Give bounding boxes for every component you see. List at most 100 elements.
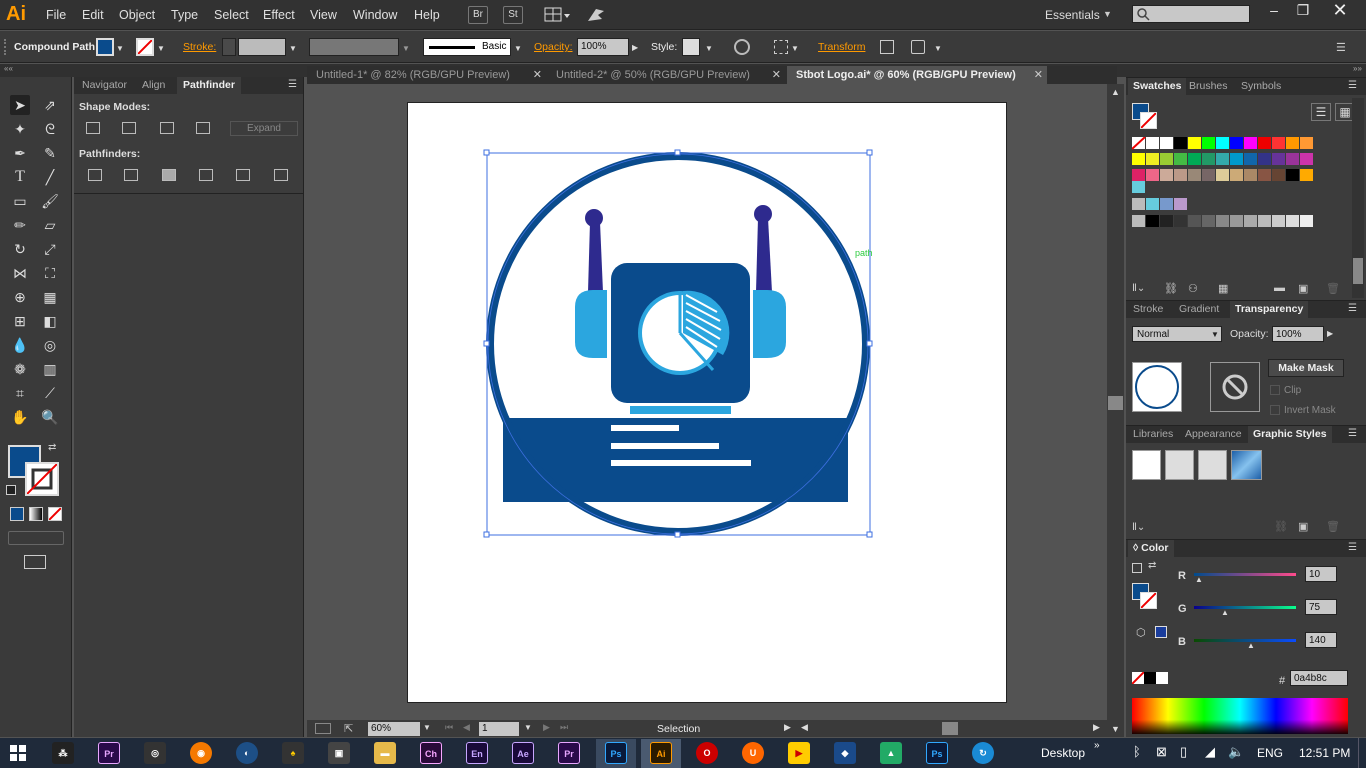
show-desktop-button[interactable] xyxy=(1358,738,1366,768)
image-viewer-icon[interactable]: ▲ xyxy=(880,742,902,764)
color-swatch[interactable] xyxy=(1188,153,1201,165)
stroke-color-swatch[interactable] xyxy=(25,462,59,496)
color-swatch[interactable] xyxy=(1300,137,1313,149)
curvature-tool-icon[interactable]: ✎ xyxy=(40,143,60,163)
color-swatch[interactable] xyxy=(1132,198,1145,210)
perspective-grid-tool-icon[interactable]: ▦ xyxy=(40,287,60,307)
encoder-icon[interactable]: En xyxy=(466,742,488,764)
exclude-icon[interactable] xyxy=(196,122,210,134)
color-swatch[interactable] xyxy=(1174,198,1187,210)
horizontal-scroll-thumb[interactable] xyxy=(942,722,958,735)
g-slider-thumb[interactable]: ▲ xyxy=(1221,608,1229,617)
eyedropper-tool-icon[interactable]: 💧 xyxy=(10,335,30,355)
color-swatch[interactable] xyxy=(1146,137,1159,149)
color-swatch[interactable] xyxy=(1230,137,1243,149)
recolor-artwork-icon[interactable] xyxy=(734,39,750,55)
first-artboard-icon[interactable]: ⏮ xyxy=(445,722,453,733)
fl-studio-icon[interactable]: ♠ xyxy=(282,742,304,764)
stroke-color-swatch[interactable] xyxy=(136,38,154,56)
lasso-tool-icon[interactable]: ᘓ xyxy=(40,119,60,139)
color-swatch[interactable] xyxy=(1216,153,1229,165)
blend-tool-icon[interactable]: ◎ xyxy=(40,335,60,355)
show-kinds-icon[interactable]: ⚇ xyxy=(1188,282,1198,295)
unite-icon[interactable] xyxy=(86,122,100,134)
chevron-right-icon[interactable]: » xyxy=(1094,740,1100,751)
color-swatch[interactable] xyxy=(1244,215,1257,227)
illustrator-icon[interactable]: Ai xyxy=(650,742,672,764)
black-swatch[interactable] xyxy=(1144,672,1156,684)
last-artboard-icon[interactable]: ⏭ xyxy=(560,722,568,733)
tab-untitled-2[interactable]: Untitled-2* @ 50% (RGB/GPU Preview) ✕ xyxy=(547,66,785,84)
graphic-style-2[interactable] xyxy=(1165,450,1194,480)
envelope-icon[interactable] xyxy=(911,40,925,54)
file-explorer-icon[interactable]: ▬ xyxy=(374,742,396,764)
volume-icon[interactable]: 🔈 xyxy=(1228,744,1244,760)
tab-untitled-1[interactable]: Untitled-1* @ 82% (RGB/GPU Preview) ✕ xyxy=(307,66,546,84)
after-effects-icon[interactable]: Ae xyxy=(512,742,534,764)
trim-icon[interactable] xyxy=(124,169,138,181)
hand-tool-icon[interactable]: ✋ xyxy=(10,407,30,427)
color-swatch[interactable] xyxy=(1286,169,1299,181)
character-animator-icon[interactable]: Ch xyxy=(420,742,442,764)
default-colors-icon[interactable] xyxy=(6,485,16,495)
color-swatch[interactable] xyxy=(1132,215,1145,227)
color-swatch[interactable] xyxy=(1188,137,1201,149)
panel-menu-icon[interactable]: ☰ xyxy=(1348,428,1357,439)
swatch-grid[interactable] xyxy=(1131,136,1342,242)
color-swatch[interactable] xyxy=(1174,215,1187,227)
color-swatch[interactable] xyxy=(1286,215,1299,227)
color-swatch[interactable] xyxy=(1174,153,1187,165)
r-value-field[interactable]: 10 xyxy=(1305,566,1337,582)
none-color-swatch[interactable] xyxy=(1131,671,1145,685)
symbol-sprayer-tool-icon[interactable]: ❁ xyxy=(10,359,30,379)
bluetooth-icon[interactable]: ᛒ xyxy=(1133,744,1141,759)
paintbrush-tool-icon[interactable]: 🖌 xyxy=(40,191,60,211)
uc-browser-icon[interactable]: U xyxy=(742,742,764,764)
stroke-weight-field[interactable] xyxy=(238,38,286,56)
color-swatch[interactable] xyxy=(1160,169,1173,181)
chevron-right-icon[interactable]: ▶ xyxy=(784,722,791,733)
color-swatch[interactable] xyxy=(1230,169,1243,181)
line-segment-tool-icon[interactable]: ╱ xyxy=(40,167,60,187)
free-transform-tool-icon[interactable]: ⛶ xyxy=(40,263,60,283)
column-graph-tool-icon[interactable]: ▥ xyxy=(40,359,60,379)
chevron-down-icon[interactable]: ▼ xyxy=(791,44,799,53)
g-slider[interactable] xyxy=(1194,606,1296,609)
color-swatch[interactable] xyxy=(1202,169,1215,181)
expand-button[interactable]: Expand xyxy=(230,121,298,136)
make-mask-button[interactable]: Make Mask xyxy=(1268,359,1344,377)
divide-icon[interactable] xyxy=(88,169,102,181)
collapse-icon[interactable]: «« xyxy=(4,64,13,73)
r-slider-thumb[interactable]: ▲ xyxy=(1195,575,1203,584)
color-mode-icon[interactable] xyxy=(10,507,24,521)
color-swatch[interactable] xyxy=(1258,137,1271,149)
artboard-nav-icon[interactable] xyxy=(315,723,331,734)
color-swatch[interactable] xyxy=(1202,137,1215,149)
collapse-icon[interactable]: »» xyxy=(1353,64,1362,73)
photoshop-icon-2[interactable]: Ps xyxy=(926,742,948,764)
tab-pathfinder[interactable]: Pathfinder xyxy=(177,77,241,94)
menu-object[interactable]: Object xyxy=(119,8,155,22)
prev-artboard-icon[interactable]: ◀ xyxy=(463,722,470,733)
arrange-documents-icon[interactable] xyxy=(544,6,572,24)
list-view-icon[interactable]: ☰ xyxy=(1311,103,1331,121)
chevron-down-icon[interactable]: ▼ xyxy=(116,44,124,53)
color-swatch[interactable] xyxy=(1202,215,1215,227)
new-graphic-style-icon[interactable]: ▣ xyxy=(1298,520,1308,533)
color-swatch[interactable] xyxy=(1286,137,1299,149)
crop-icon[interactable] xyxy=(199,169,213,181)
chevron-right-icon[interactable]: ▶ xyxy=(632,43,638,52)
color-swatch[interactable] xyxy=(1230,153,1243,165)
artboard-number-field[interactable]: 1 xyxy=(479,722,519,736)
menu-edit[interactable]: Edit xyxy=(82,8,104,22)
panel-menu-icon[interactable]: ☰ xyxy=(288,79,297,90)
help-search-input[interactable] xyxy=(1132,5,1250,23)
menu-file[interactable]: File xyxy=(46,8,66,22)
intersect-icon[interactable] xyxy=(160,122,174,134)
mesh-tool-icon[interactable]: ⊞ xyxy=(10,311,30,331)
steam-icon[interactable]: ◎ xyxy=(144,742,166,764)
photoshop-icon[interactable]: Ps xyxy=(605,742,627,764)
scroll-down-icon[interactable]: ▼ xyxy=(1111,724,1120,734)
outline-icon[interactable] xyxy=(236,169,250,181)
color-swatch[interactable] xyxy=(1272,169,1285,181)
